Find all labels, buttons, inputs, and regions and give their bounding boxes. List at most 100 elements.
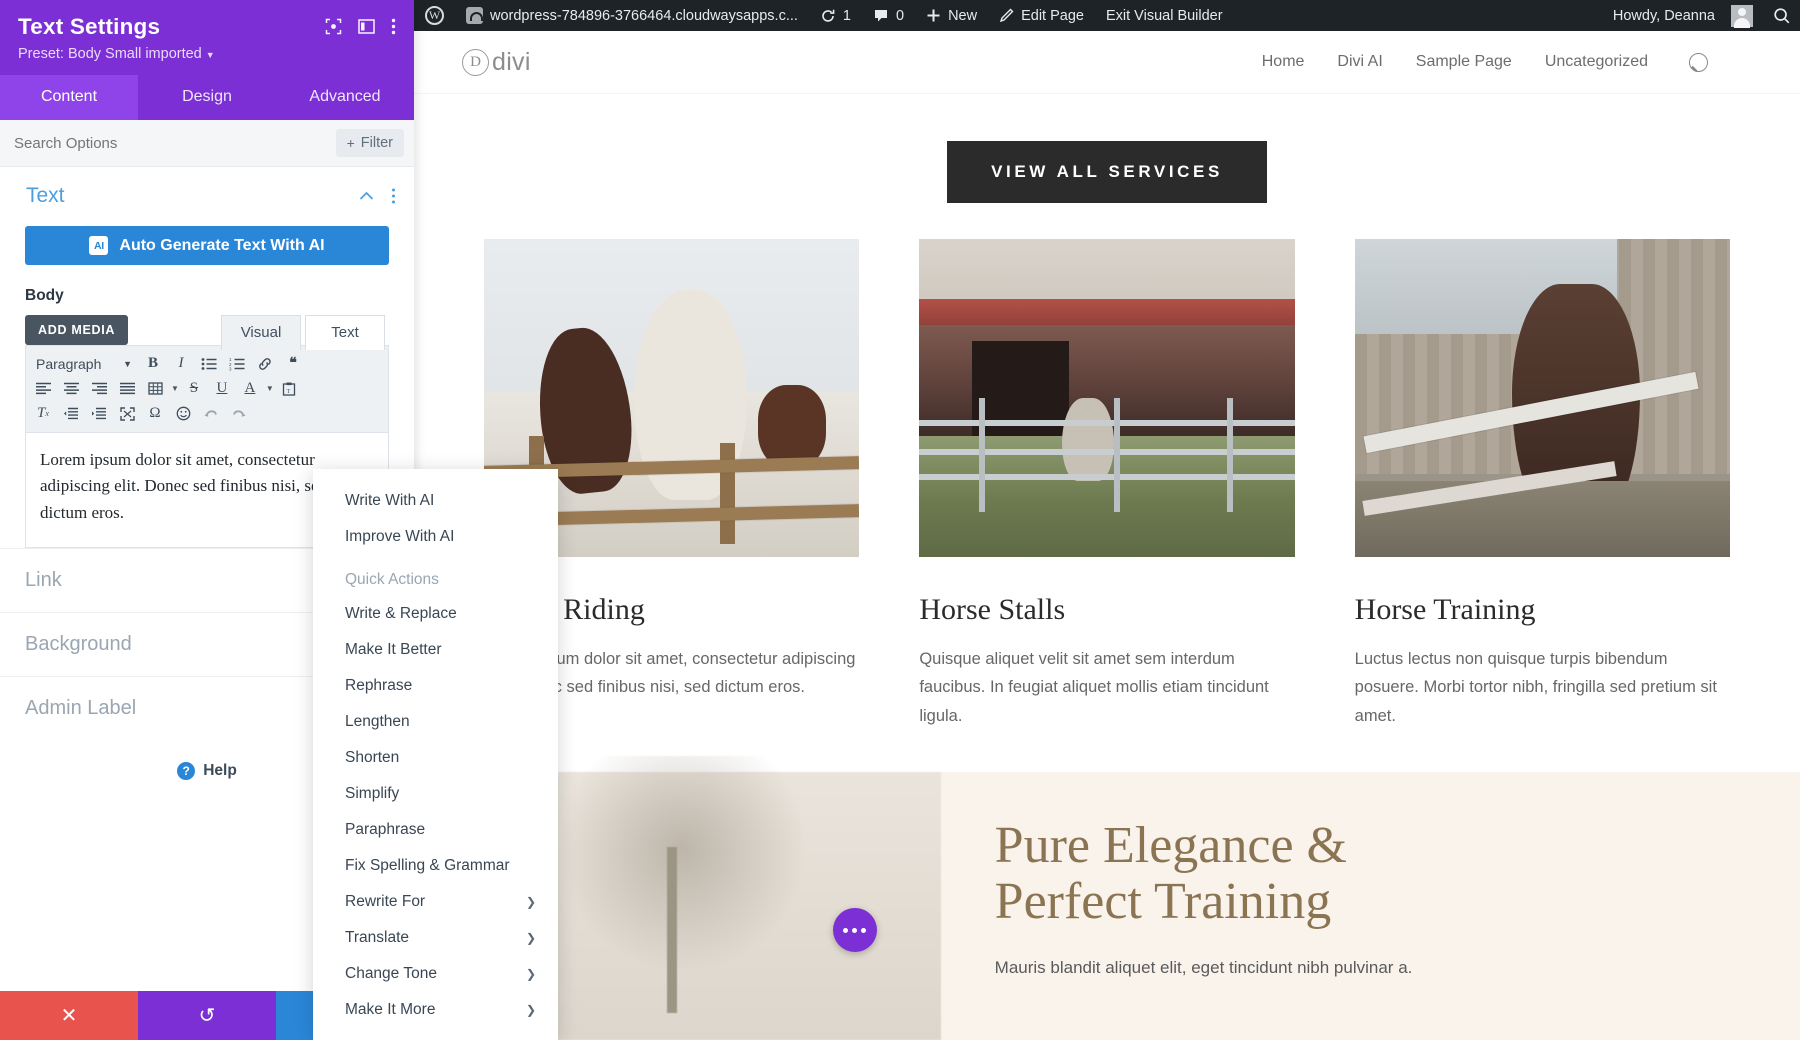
- refresh-icon: [820, 8, 836, 24]
- comments-menu[interactable]: 0: [862, 0, 915, 31]
- service-title: Horse Training: [1354, 593, 1536, 626]
- menu-item-translate[interactable]: Translate ❯: [313, 920, 558, 956]
- undo-button[interactable]: ↺: [138, 991, 276, 1040]
- band-title-line2: Perfect Training: [994, 873, 1332, 931]
- nav-item-uncategorized[interactable]: Uncategorized: [1545, 53, 1648, 71]
- tab-content[interactable]: Content: [0, 75, 138, 120]
- updates-menu[interactable]: 1: [809, 0, 862, 31]
- table-caret-icon[interactable]: ▼: [171, 384, 179, 393]
- edit-page-link[interactable]: Edit Page: [988, 0, 1095, 31]
- bullet-list-icon[interactable]: [196, 351, 222, 376]
- chevron-right-icon: ❯: [525, 895, 536, 909]
- text-section-header: Text: [0, 167, 414, 222]
- nav-item-sample-page[interactable]: Sample Page: [1416, 53, 1512, 71]
- chevron-up-icon[interactable]: [359, 191, 374, 201]
- underline-icon[interactable]: U: [209, 376, 235, 401]
- menu-item-improve-with-ai[interactable]: Improve With AI: [313, 519, 558, 555]
- link-icon[interactable]: [252, 351, 278, 376]
- search-options-bar: + Filter: [0, 120, 414, 167]
- brand-name: divi: [492, 47, 531, 76]
- section-more-icon[interactable]: [391, 188, 396, 204]
- menu-item-simplify[interactable]: Simplify: [313, 776, 558, 812]
- align-right-icon[interactable]: [86, 376, 112, 401]
- panel-layout-icon[interactable]: [358, 19, 375, 34]
- menu-item-make-it-better[interactable]: Make It Better: [313, 632, 558, 668]
- outdent-icon[interactable]: [58, 401, 84, 426]
- visual-builder-canvas: D divi Home Divi AI Sample Page Uncatego…: [414, 31, 1800, 1040]
- site-logo[interactable]: D divi: [462, 48, 531, 77]
- my-account-menu[interactable]: Howdy, Deanna: [1602, 0, 1764, 31]
- site-search-icon[interactable]: [1689, 52, 1708, 72]
- tab-design[interactable]: Design: [138, 75, 276, 120]
- nav-item-divi-ai[interactable]: Divi AI: [1337, 53, 1382, 71]
- menu-label: Write & Replace: [345, 605, 457, 622]
- paste-as-text-icon[interactable]: T: [276, 376, 302, 401]
- align-left-icon[interactable]: [30, 376, 56, 401]
- site-url-label: wordpress-784896-3766464.cloudwaysapps.c…: [490, 7, 798, 24]
- menu-item-write-and-replace[interactable]: Write & Replace: [313, 596, 558, 632]
- add-media-button[interactable]: ADD MEDIA: [25, 315, 129, 345]
- tab-advanced[interactable]: Advanced: [276, 75, 414, 120]
- menu-label: Shorten: [345, 749, 400, 766]
- menu-label: Make It More: [345, 1001, 436, 1018]
- table-icon[interactable]: [142, 376, 168, 401]
- bold-icon[interactable]: B: [140, 351, 166, 376]
- band-title: Pure Elegance & Perfect Training: [994, 817, 1800, 931]
- editor-tab-visual[interactable]: Visual: [221, 315, 301, 350]
- blockquote-icon[interactable]: ❝: [280, 351, 306, 376]
- new-content-menu[interactable]: New: [915, 0, 988, 31]
- text-color-icon[interactable]: A: [237, 376, 263, 401]
- menu-label: Lengthen: [345, 713, 410, 730]
- justify-icon[interactable]: [114, 376, 140, 401]
- search-input[interactable]: [14, 134, 328, 152]
- module-options-button[interactable]: [832, 908, 877, 952]
- view-all-services-button[interactable]: VIEW ALL SERVICES: [947, 141, 1267, 203]
- menu-item-shorten[interactable]: Shorten: [313, 740, 558, 776]
- text-color-caret-icon[interactable]: ▼: [266, 384, 274, 393]
- filter-button[interactable]: + Filter: [335, 129, 404, 157]
- indent-icon[interactable]: [86, 401, 112, 426]
- admin-search-toggle[interactable]: [1764, 0, 1800, 31]
- redo-icon[interactable]: [226, 401, 252, 426]
- format-select[interactable]: Paragraph ▼: [30, 351, 138, 376]
- site-navigation: Home Divi AI Sample Page Uncategorized: [1262, 52, 1708, 72]
- wordpress-logo-icon: [425, 6, 444, 25]
- numbered-list-icon[interactable]: 123: [224, 351, 250, 376]
- menu-label: Write With AI: [345, 492, 435, 509]
- italic-icon[interactable]: I: [168, 351, 194, 376]
- cancel-button[interactable]: ✕: [0, 991, 138, 1040]
- editor-tab-text[interactable]: Text: [305, 315, 385, 350]
- special-character-icon[interactable]: Ω: [142, 401, 168, 426]
- focus-mode-icon[interactable]: [325, 18, 342, 35]
- undo-icon[interactable]: [198, 401, 224, 426]
- menu-item-write-with-ai[interactable]: Write With AI: [313, 483, 558, 519]
- clear-formatting-icon[interactable]: Tx: [30, 401, 56, 426]
- panel-title: Text Settings: [18, 14, 161, 39]
- updates-count: 1: [842, 7, 851, 24]
- menu-label: Improve With AI: [345, 528, 455, 545]
- auto-generate-text-with-ai-button[interactable]: AI Auto Generate Text With AI: [25, 226, 389, 265]
- menu-item-rephrase[interactable]: Rephrase: [313, 668, 558, 704]
- panel-preset-selector[interactable]: Preset: Body Small imported ▼: [18, 46, 396, 62]
- site-name-menu[interactable]: wordpress-784896-3766464.cloudwaysapps.c…: [455, 0, 809, 31]
- wp-logo-menu[interactable]: [414, 0, 455, 31]
- emoji-icon[interactable]: [170, 401, 196, 426]
- elegance-band-section: Pure Elegance & Perfect Training Mauris …: [414, 755, 1800, 1040]
- menu-label: Rewrite For: [345, 893, 426, 910]
- strikethrough-icon[interactable]: S: [181, 376, 207, 401]
- plus-icon: [926, 8, 941, 23]
- menu-label: Simplify: [345, 785, 400, 802]
- menu-item-lengthen[interactable]: Lengthen: [313, 704, 558, 740]
- fullscreen-icon[interactable]: [114, 401, 140, 426]
- exit-visual-builder-link[interactable]: Exit Visual Builder: [1095, 0, 1234, 31]
- menu-item-rewrite-for[interactable]: Rewrite For ❯: [313, 884, 558, 920]
- align-center-icon[interactable]: [58, 376, 84, 401]
- menu-item-fix-spelling-and-grammar[interactable]: Fix Spelling & Grammar: [313, 848, 558, 884]
- menu-item-change-tone[interactable]: Change Tone ❯: [313, 956, 558, 992]
- menu-item-make-it-more[interactable]: Make It More ❯: [313, 992, 558, 1028]
- filter-label: Filter: [360, 135, 393, 151]
- menu-item-paraphrase[interactable]: Paraphrase: [313, 812, 558, 848]
- nav-item-home[interactable]: Home: [1262, 53, 1305, 71]
- menu-group-quick-actions: Quick Actions: [345, 571, 439, 588]
- panel-more-icon[interactable]: [391, 18, 396, 35]
